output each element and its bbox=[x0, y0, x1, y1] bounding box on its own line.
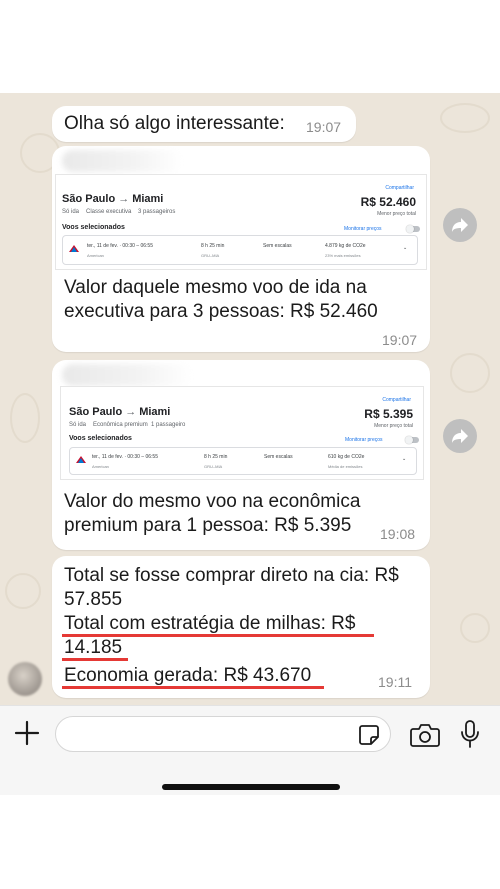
share-link: Compartilhar bbox=[382, 397, 411, 403]
sender-name-blurred bbox=[62, 150, 182, 172]
passenger-count: 1 passageiro bbox=[151, 422, 186, 428]
message-input[interactable] bbox=[56, 717, 390, 751]
cabin-class: Classe executiva bbox=[86, 209, 132, 215]
flight-duration: 8 h 25 min bbox=[204, 454, 228, 460]
flight-row: ter., 11 de fev. · 00:30 – 06:55 America… bbox=[62, 235, 418, 265]
sender-name-blurred bbox=[62, 364, 192, 386]
flight-row: ter., 11 de fev. · 00:30 – 06:55 America… bbox=[69, 447, 417, 475]
home-indicator bbox=[162, 784, 340, 790]
message-time: 19:07 bbox=[306, 119, 342, 135]
share-link: Compartilhar bbox=[385, 185, 414, 191]
forward-button[interactable] bbox=[443, 208, 477, 242]
flight-duration: 8 h 25 min bbox=[201, 243, 225, 249]
airline-logo-icon bbox=[69, 245, 79, 252]
lowest-price-label: Menor preço total bbox=[374, 423, 413, 429]
forward-button[interactable] bbox=[443, 419, 477, 453]
message-line: 14.185 bbox=[64, 637, 123, 658]
red-underline bbox=[62, 686, 324, 689]
message-bubble[interactable]: Total se fosse comprar direto na cia: R$… bbox=[52, 556, 430, 698]
message-time: 19:08 bbox=[380, 526, 416, 542]
message-bubble[interactable]: Compartilhar São Paulo → Miami R$ 5.395 Só… bbox=[52, 360, 430, 550]
forward-icon bbox=[452, 429, 468, 443]
flight-card-screenshot: Compartilhar São Paulo → Miami R$ 52.460 S… bbox=[55, 174, 427, 270]
price-monitor-toggle bbox=[406, 225, 420, 233]
price-monitor-label: Monitorar preços bbox=[344, 226, 382, 232]
message-text: Valor daquele mesmo voo de ida na execut… bbox=[64, 277, 378, 322]
microphone-icon[interactable] bbox=[459, 719, 481, 749]
passenger-count: 3 passageiros bbox=[138, 209, 176, 215]
airline-name: American bbox=[92, 464, 109, 469]
flight-airports: GRU–MIA bbox=[201, 253, 220, 258]
message-bubble[interactable]: Olha só algo interessante: 19:07 bbox=[52, 106, 356, 142]
flight-emissions: 4.879 kg de CO2e bbox=[325, 243, 366, 249]
emissions-note: 23% mais emissões bbox=[325, 253, 361, 258]
flight-stops: Sem escalas bbox=[264, 454, 293, 460]
message-line: Total se fosse comprar direto na cia: R$ bbox=[64, 565, 399, 586]
route-title: São Paulo → Miami bbox=[69, 406, 171, 418]
trip-type: Só ida bbox=[69, 422, 87, 428]
flight-datetime: ter., 11 de fev. · 00:30 – 06:55 bbox=[92, 454, 158, 460]
plus-icon[interactable] bbox=[14, 720, 40, 746]
chevron-down-icon: ⌄ bbox=[402, 456, 407, 462]
message-input-field[interactable] bbox=[55, 716, 391, 752]
flight-emissions: 610 kg de CO2e bbox=[328, 454, 365, 460]
message-line: 57.855 bbox=[64, 589, 123, 610]
message-input-bar bbox=[0, 705, 500, 795]
cabin-class: Econômica premium bbox=[93, 422, 148, 428]
message-line: Total com estratégia de milhas: R$ bbox=[64, 613, 356, 634]
message-bubble[interactable]: Compartilhar São Paulo → Miami R$ 52.460 S… bbox=[52, 146, 430, 352]
selected-flights-heading: Voos selecionados bbox=[69, 435, 132, 442]
flight-datetime: ter., 11 de fev. · 00:30 – 06:55 bbox=[87, 243, 153, 249]
price-monitor-toggle bbox=[405, 436, 419, 444]
message-line: Economia gerada: R$ 43.670 bbox=[64, 665, 312, 686]
airline-logo-icon bbox=[76, 456, 86, 463]
flight-stops: Sem escalas bbox=[263, 243, 292, 249]
flight-price: R$ 5.395 bbox=[364, 407, 413, 421]
price-monitor-label: Monitorar preços bbox=[345, 437, 383, 443]
message-text: Valor do mesmo voo na econômica premium … bbox=[64, 491, 361, 536]
red-underline bbox=[62, 658, 128, 661]
avatar[interactable] bbox=[8, 662, 42, 696]
flight-price: R$ 52.460 bbox=[360, 195, 416, 209]
forward-icon bbox=[452, 218, 468, 232]
lowest-price-label: Menor preço total bbox=[377, 211, 416, 217]
flight-airports: GRU–MIA bbox=[204, 464, 223, 469]
airline-name: American bbox=[87, 253, 104, 258]
chevron-down-icon: ⌄ bbox=[403, 245, 408, 251]
flight-card-screenshot: Compartilhar São Paulo → Miami R$ 5.395 Só… bbox=[60, 386, 424, 480]
trip-type: Só ida bbox=[62, 209, 80, 215]
camera-icon[interactable] bbox=[410, 722, 440, 748]
emissions-note: Média de emissões bbox=[328, 464, 363, 469]
selected-flights-heading: Voos selecionados bbox=[62, 224, 125, 231]
message-time: 19:07 bbox=[382, 332, 418, 348]
message-time: 19:11 bbox=[378, 674, 412, 690]
message-text: Olha só algo interessante: bbox=[64, 113, 285, 134]
route-title: São Paulo → Miami bbox=[62, 193, 164, 205]
sticker-icon[interactable] bbox=[358, 724, 380, 746]
